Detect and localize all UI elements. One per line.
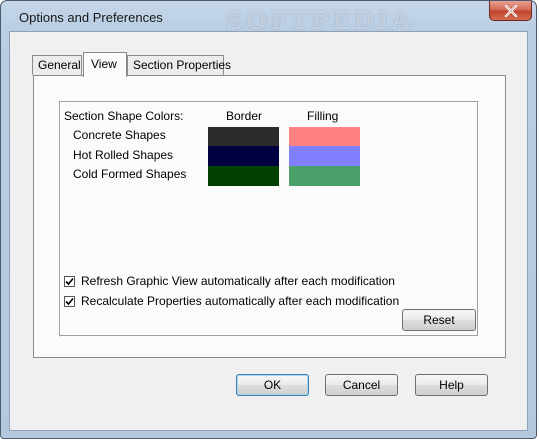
concrete-border-swatch[interactable] bbox=[208, 127, 279, 146]
tab-section-properties[interactable]: Section Properties bbox=[127, 55, 231, 75]
reset-button[interactable]: Reset bbox=[402, 309, 476, 331]
concrete-filling-swatch[interactable] bbox=[289, 127, 360, 146]
refresh-graphic-view-checkbox[interactable]: Refresh Graphic View automatically after… bbox=[64, 274, 395, 288]
dialog-client-area: General View Section Properties Section … bbox=[9, 31, 528, 431]
hot-rolled-filling-swatch[interactable] bbox=[289, 146, 360, 166]
refresh-graphic-view-label: Refresh Graphic View automatically after… bbox=[81, 274, 395, 288]
border-column-header: Border bbox=[226, 109, 263, 123]
cold-formed-shapes-label: Cold Formed Shapes bbox=[73, 167, 187, 181]
title-bar[interactable]: Options and Preferences SOFTPEDIA bbox=[1, 1, 536, 35]
recalculate-properties-checkbox[interactable]: Recalculate Properties automatically aft… bbox=[64, 294, 399, 308]
ok-button[interactable]: OK bbox=[236, 374, 309, 396]
concrete-shapes-label: Concrete Shapes bbox=[73, 128, 166, 142]
hot-rolled-shapes-label: Hot Rolled Shapes bbox=[73, 148, 174, 162]
cold-formed-border-swatch[interactable] bbox=[208, 166, 279, 186]
tab-view[interactable]: View bbox=[83, 52, 127, 77]
options-window: Options and Preferences SOFTPEDIA Genera… bbox=[0, 0, 537, 439]
cancel-button[interactable]: Cancel bbox=[325, 374, 398, 396]
window-title: Options and Preferences bbox=[19, 10, 163, 25]
checkbox-box[interactable] bbox=[64, 295, 75, 307]
cold-formed-filling-swatch[interactable] bbox=[289, 166, 360, 186]
close-button[interactable] bbox=[489, 1, 532, 21]
check-icon bbox=[65, 277, 74, 285]
check-icon bbox=[65, 297, 74, 305]
section-shape-colors-heading: Section Shape Colors: bbox=[64, 109, 184, 123]
filling-column-header: Filling bbox=[307, 109, 339, 123]
recalculate-properties-label: Recalculate Properties automatically aft… bbox=[81, 294, 400, 308]
tab-general[interactable]: General bbox=[32, 55, 82, 75]
close-icon bbox=[504, 4, 517, 17]
hot-rolled-border-swatch[interactable] bbox=[208, 146, 279, 166]
checkbox-box[interactable] bbox=[64, 275, 75, 287]
help-button[interactable]: Help bbox=[415, 374, 488, 396]
view-tab-panel: Section Shape Colors: Border Filling Con… bbox=[33, 75, 506, 358]
